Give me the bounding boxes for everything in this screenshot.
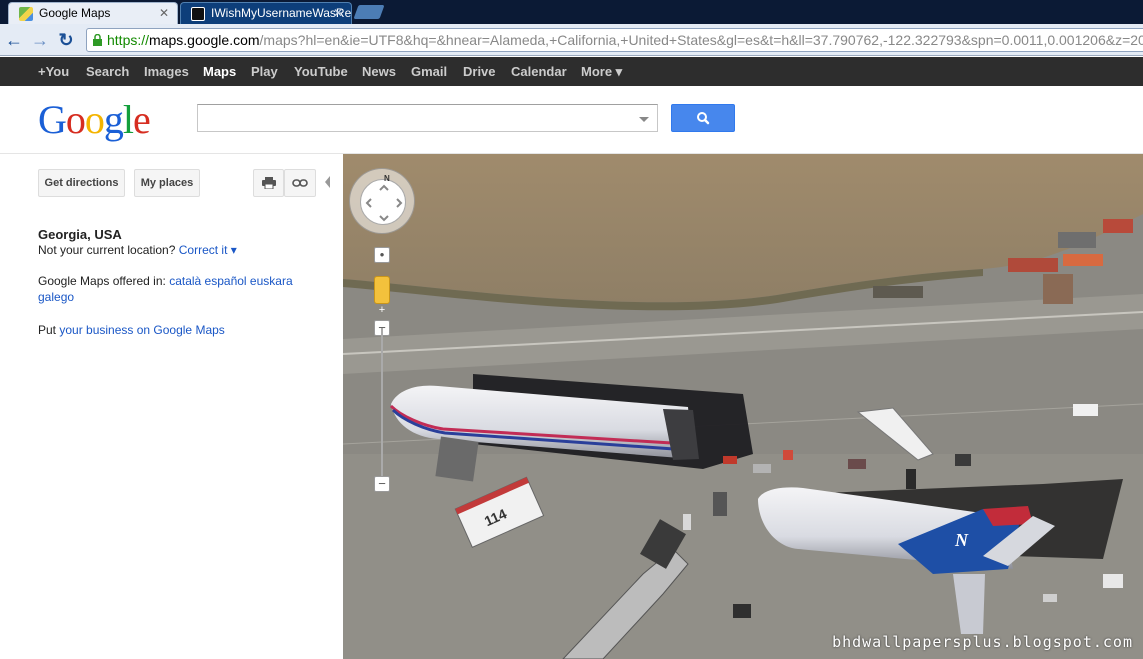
logo-letter: o [65,97,86,142]
map-canvas[interactable]: 114 N N • + − bhdwallpapersplus.blogspot… [343,154,1143,659]
collapse-panel-icon[interactable] [325,176,330,188]
gbar-item-calendar[interactable]: Calendar [511,57,567,86]
search-input[interactable] [197,104,658,132]
address-bar[interactable]: https://maps.google.com/maps?hl=en&ie=UT… [86,28,1143,52]
watermark: bhdwallpapersplus.blogspot.com [832,633,1133,651]
pan-arrows[interactable] [360,179,406,225]
logo-letter: e [133,97,151,142]
location-title: Georgia, USA [38,227,122,242]
logo-letter: g [103,97,124,142]
close-tab-icon[interactable]: ✕ [159,3,169,23]
forward-arrow-icon[interactable]: → [30,30,50,50]
languages-line: Google Maps offered in: català español e… [38,274,293,288]
left-panel: Get directions My places Georgia, USA No… [0,154,343,659]
compass-north-label: N [384,174,390,183]
pan-arrows-icon [365,184,403,222]
pan-control[interactable]: N [349,168,415,234]
print-icon [261,177,276,190]
tab-title: Google Maps [39,6,111,20]
google-maps-favicon [19,7,33,21]
lock-icon [93,34,102,46]
satellite-imagery: 114 N [343,154,1143,659]
put-text: Put [38,323,57,337]
zoom-slider-rail[interactable] [381,328,383,478]
not-current-text: Not your current location? [38,243,176,257]
search-button[interactable] [671,104,735,132]
business-line: Put your business on Google Maps [38,323,225,337]
tail-logo: N [954,530,969,550]
languages-line-2: galego [38,290,74,304]
google-logo[interactable]: Google [38,97,151,142]
tab-google-maps[interactable]: Google Maps ✕ [8,2,178,24]
gbar-item-images[interactable]: Images [144,57,189,86]
link-button[interactable] [284,169,316,197]
zoom-out-button[interactable]: − [374,476,390,492]
link-icon [292,179,308,187]
google-bar: +You Search Images Maps Play YouTube New… [0,57,1143,86]
gbar-item-news[interactable]: News [362,57,396,86]
gbar-item-maps[interactable]: Maps [203,57,236,86]
logo-letter: l [122,97,134,142]
logo-letter: o [84,97,105,142]
gbar-item-drive[interactable]: Drive [463,57,496,86]
gbar-item-more[interactable]: More ▾ [581,57,622,86]
back-arrow-icon[interactable]: ← [4,30,24,50]
chevron-down-icon[interactable] [639,117,649,122]
url-path: /maps?hl=en&ie=UTF8&hq=&hnear=Alameda,+C… [259,32,1143,48]
language-links[interactable]: català español euskara [169,274,292,288]
site-favicon [191,7,205,21]
location-prompt: Not your current location? Correct it ▾ [38,243,237,257]
language-link-galego[interactable]: galego [38,290,74,304]
gbar-item-gmail[interactable]: Gmail [411,57,447,86]
reload-icon[interactable]: ↻ [56,30,76,50]
logo-letter: G [38,97,67,142]
zoom-in-icon[interactable]: + [375,305,389,317]
my-places-button[interactable]: My places [134,169,200,197]
browser-tabstrip: Google Maps ✕ IWishMyUsernameWasRel ✕ [0,0,1143,24]
gbar-item-search[interactable]: Search [86,57,129,86]
reset-view-button[interactable]: • [374,247,390,263]
search-header: Google [0,86,1143,154]
url-scheme: https:// [107,32,150,48]
close-tab-icon[interactable]: ✕ [333,3,343,23]
get-directions-button[interactable]: Get directions [38,169,125,197]
gbar-item-plus-you[interactable]: +You [38,57,69,86]
pegman-icon[interactable] [374,276,390,304]
correct-it-link[interactable]: Correct it ▾ [179,243,237,257]
gbar-item-youtube[interactable]: YouTube [294,57,348,86]
url-host: maps.google.com [149,32,260,48]
search-icon [697,112,710,125]
tab-iwishmyusername[interactable]: IWishMyUsernameWasRel ✕ [180,2,352,24]
browser-toolbar: ← → ↻ https://maps.google.com/maps?hl=en… [0,24,1143,56]
tab-title: IWishMyUsernameWasRel [211,6,352,20]
business-link[interactable]: your business on Google Maps [59,323,224,337]
gbar-item-play[interactable]: Play [251,57,278,86]
print-button[interactable] [253,169,284,197]
new-tab-button[interactable] [353,5,385,19]
offered-in-text: Google Maps offered in: [38,274,166,288]
